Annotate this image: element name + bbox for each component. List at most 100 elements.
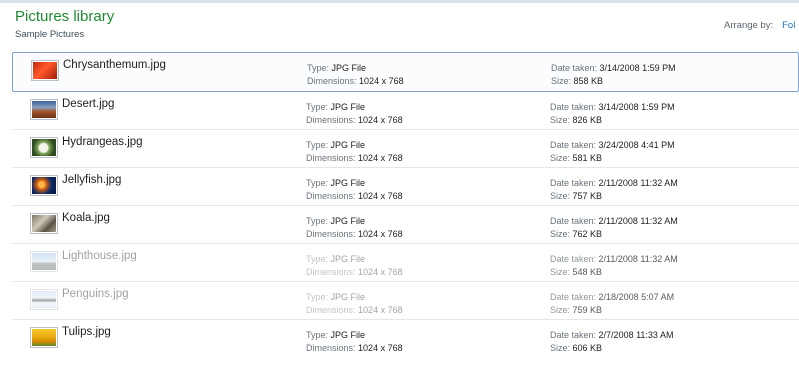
type-label: Type: (307, 63, 330, 73)
file-type: JPG File (331, 63, 367, 73)
file-dimensions: 1024 x 768 (359, 76, 404, 86)
file-row[interactable]: Desert.jpg Type: JPG File Dimensions: 10… (12, 92, 799, 130)
library-subtitle: Sample Pictures (15, 29, 85, 40)
file-type: JPG File (330, 330, 366, 340)
file-name: Desert.jpg (62, 98, 115, 110)
file-type: JPG File (330, 140, 366, 150)
arrange-by-label: Arrange by: (724, 20, 774, 31)
file-type-dimensions: Type: JPG File Dimensions: 1024 x 768 (306, 177, 403, 203)
file-type-dimensions: Type: JPG File Dimensions: 1024 x 768 (306, 215, 403, 241)
file-date-taken: 2/18/2008 5:07 AM (598, 292, 675, 302)
file-name: Jellyfish.jpg (62, 174, 122, 186)
dimensions-label: Dimensions: (306, 115, 356, 125)
dimensions-label: Dimensions: (306, 343, 356, 353)
file-date-size: Date taken: 2/11/2008 11:32 AM Size: 548… (550, 253, 678, 279)
file-type: JPG File (330, 178, 366, 188)
file-date-size: Date taken: 3/14/2008 1:59 PM Size: 858 … (551, 62, 676, 88)
type-label: Type: (306, 178, 329, 188)
date-taken-label: Date taken: (551, 63, 598, 73)
dimensions-label: Dimensions: (306, 305, 356, 315)
file-type-dimensions: Type: JPG File Dimensions: 1024 x 768 (306, 329, 403, 355)
size-label: Size: (550, 191, 571, 201)
file-date-taken: 3/14/2008 1:59 PM (599, 63, 676, 73)
type-label: Type: (306, 254, 329, 264)
file-name: Koala.jpg (62, 212, 110, 224)
dimensions-label: Dimensions: (306, 153, 356, 163)
file-size: 757 KB (572, 191, 603, 201)
file-type-dimensions: Type: JPG File Dimensions: 1024 x 768 (306, 139, 403, 165)
date-taken-label: Date taken: (550, 178, 597, 188)
file-size: 606 KB (572, 343, 603, 353)
file-size: 759 KB (572, 305, 603, 315)
file-size: 826 KB (572, 115, 603, 125)
desert-thumbnail (31, 100, 57, 119)
date-taken-label: Date taken: (550, 140, 597, 150)
file-date-size: Date taken: 3/24/2008 4:41 PM Size: 581 … (550, 139, 675, 165)
file-list: Chrysanthemum.jpg Type: JPG File Dimensi… (12, 52, 799, 358)
file-name: Lighthouse.jpg (62, 250, 137, 262)
file-dimensions: 1024 x 768 (358, 305, 403, 315)
file-type-dimensions: Type: JPG File Dimensions: 1024 x 768 (307, 62, 404, 88)
file-row[interactable]: Jellyfish.jpg Type: JPG File Dimensions:… (12, 168, 799, 206)
file-dimensions: 1024 x 768 (358, 267, 403, 277)
file-type: JPG File (330, 216, 366, 226)
file-type: JPG File (330, 102, 366, 112)
file-row[interactable]: Chrysanthemum.jpg Type: JPG File Dimensi… (12, 52, 799, 92)
size-label: Size: (550, 229, 571, 239)
dimensions-label: Dimensions: (307, 76, 357, 86)
date-taken-label: Date taken: (550, 216, 597, 226)
arrange-by-value-link[interactable]: Fol (782, 20, 795, 31)
red-flower-thumbnail (32, 61, 58, 80)
penguins-thumbnail (31, 290, 57, 309)
file-date-taken: 2/11/2008 11:32 AM (598, 254, 678, 264)
white-flower-thumbnail (31, 138, 57, 157)
file-name: Penguins.jpg (62, 288, 129, 300)
type-label: Type: (306, 330, 329, 340)
file-size: 762 KB (572, 229, 603, 239)
arrange-by: Arrange by: Fol (724, 20, 795, 31)
dimensions-label: Dimensions: (306, 191, 356, 201)
dimensions-label: Dimensions: (306, 229, 356, 239)
file-date-taken: 2/11/2008 11:32 AM (598, 178, 678, 188)
file-row[interactable]: Hydrangeas.jpg Type: JPG File Dimensions… (12, 130, 799, 168)
file-type-dimensions: Type: JPG File Dimensions: 1024 x 768 (306, 101, 403, 127)
file-row[interactable]: Lighthouse.jpg Type: JPG File Dimensions… (12, 244, 799, 282)
tulips-thumbnail (31, 328, 57, 347)
koala-thumbnail (31, 214, 57, 233)
type-label: Type: (306, 216, 329, 226)
file-date-size: Date taken: 2/11/2008 11:32 AM Size: 757… (550, 177, 678, 203)
date-taken-label: Date taken: (550, 292, 597, 302)
file-date-size: Date taken: 2/18/2008 5:07 AM Size: 759 … (550, 291, 674, 317)
file-name: Chrysanthemum.jpg (63, 59, 166, 71)
date-taken-label: Date taken: (550, 330, 597, 340)
size-label: Size: (550, 115, 571, 125)
file-date-size: Date taken: 2/7/2008 11:33 AM Size: 606 … (550, 329, 673, 355)
file-dimensions: 1024 x 768 (358, 191, 403, 201)
size-label: Size: (551, 76, 572, 86)
file-date-taken: 3/24/2008 4:41 PM (598, 140, 675, 150)
file-dimensions: 1024 x 768 (358, 229, 403, 239)
file-row[interactable]: Penguins.jpg Type: JPG File Dimensions: … (12, 282, 799, 320)
file-type: JPG File (330, 292, 366, 302)
size-label: Size: (550, 153, 571, 163)
file-type: JPG File (330, 254, 366, 264)
type-label: Type: (306, 140, 329, 150)
date-taken-label: Date taken: (550, 102, 597, 112)
size-label: Size: (550, 267, 571, 277)
library-title: Pictures library (15, 8, 115, 25)
type-label: Type: (306, 102, 329, 112)
date-taken-label: Date taken: (550, 254, 597, 264)
file-date-size: Date taken: 2/11/2008 11:32 AM Size: 762… (550, 215, 678, 241)
file-date-taken: 3/14/2008 1:59 PM (598, 102, 675, 112)
file-name: Hydrangeas.jpg (62, 136, 143, 148)
file-type-dimensions: Type: JPG File Dimensions: 1024 x 768 (306, 253, 403, 279)
file-row[interactable]: Koala.jpg Type: JPG File Dimensions: 102… (12, 206, 799, 244)
file-dimensions: 1024 x 768 (358, 153, 403, 163)
file-dimensions: 1024 x 768 (358, 115, 403, 125)
dimensions-label: Dimensions: (306, 267, 356, 277)
file-date-size: Date taken: 3/14/2008 1:59 PM Size: 826 … (550, 101, 675, 127)
file-name: Tulips.jpg (62, 326, 111, 338)
file-row[interactable]: Tulips.jpg Type: JPG File Dimensions: 10… (12, 320, 799, 358)
file-date-taken: 2/7/2008 11:33 AM (598, 330, 674, 340)
type-label: Type: (306, 292, 329, 302)
